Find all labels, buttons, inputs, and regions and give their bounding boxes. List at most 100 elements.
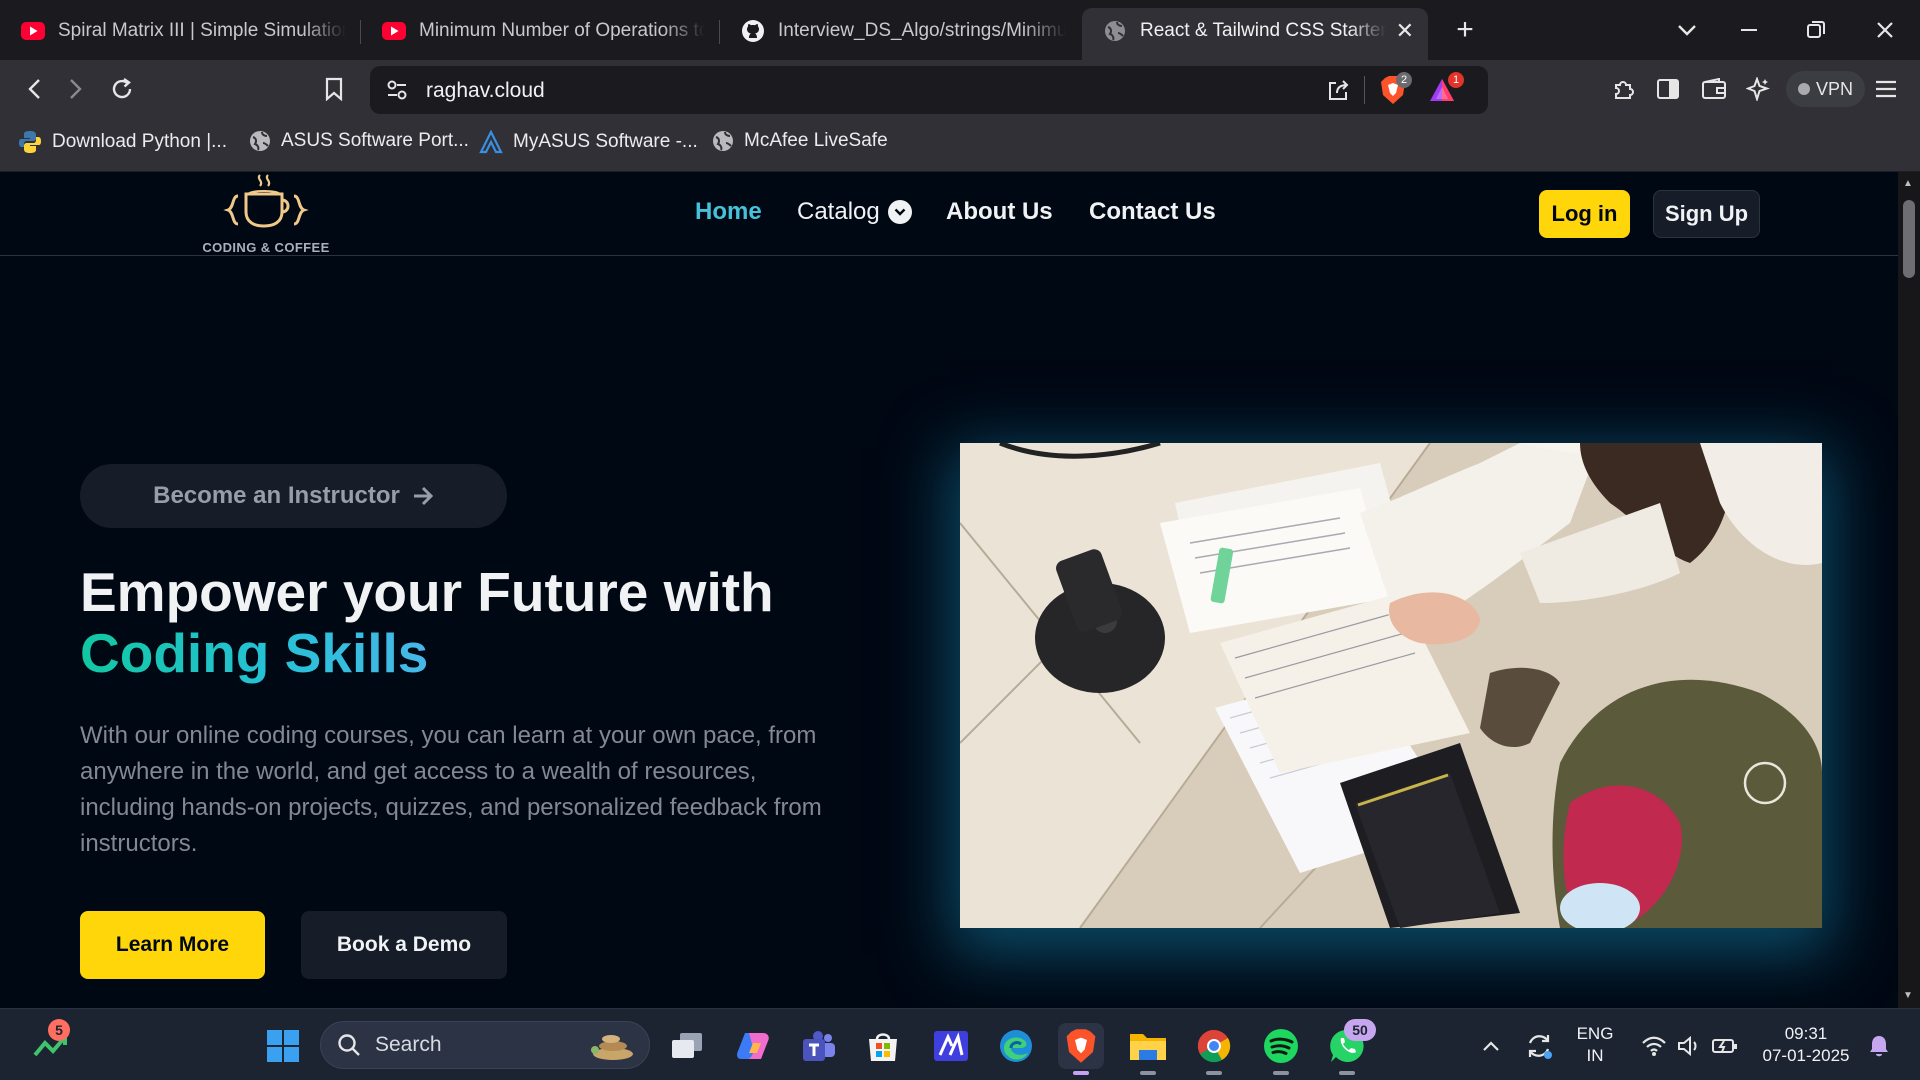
- url-separator: [1364, 76, 1365, 104]
- browser-menu-icon[interactable]: [1866, 69, 1906, 109]
- stocks-badge: 5: [48, 1019, 70, 1041]
- scroll-down-icon[interactable]: ▼: [1903, 990, 1913, 1001]
- bookmark-item[interactable]: MyASUS Software -...: [479, 130, 698, 154]
- vpn-button[interactable]: VPN: [1786, 71, 1866, 107]
- running-app-indicator: [1339, 1071, 1355, 1075]
- notification-bell-icon[interactable]: [1864, 1023, 1894, 1069]
- shields-count-badge: 2: [1396, 72, 1412, 88]
- browser-tab[interactable]: Spiral Matrix III | Simple Simulation: [0, 8, 360, 53]
- tab-title: Interview_DS_Algo/strings/Minimum: [778, 19, 1066, 41]
- hero-description: With our online coding courses, you can …: [80, 722, 822, 857]
- youtube-icon: [20, 18, 46, 44]
- page-viewport: CODING & COFFEE Home Catalog About Us Co…: [0, 172, 1898, 1008]
- tab-title: Minimum Number of Operations to: [419, 19, 705, 41]
- coffee-cup-logo-icon: [222, 172, 310, 238]
- show-hidden-icons-chevron[interactable]: [1468, 1023, 1514, 1069]
- language-region: IN: [1586, 1046, 1604, 1065]
- site-logo[interactable]: CODING & COFFEE: [196, 172, 336, 256]
- bookmark-icon[interactable]: [314, 69, 354, 109]
- extensions-icon[interactable]: [1604, 69, 1644, 109]
- leo-ai-icon[interactable]: [1738, 69, 1778, 109]
- wifi-icon: [1641, 1035, 1667, 1057]
- spotify-icon[interactable]: [1258, 1023, 1304, 1075]
- running-app-indicator: [1206, 1071, 1222, 1075]
- learn-more-button[interactable]: Learn More: [80, 911, 265, 979]
- browser-tab-active[interactable]: React & Tailwind CSS Starter Pa ✕: [1082, 8, 1428, 60]
- hero-image: [960, 443, 1822, 928]
- running-app-indicator: [1140, 1071, 1156, 1075]
- hero-title-line: Empower your Future with: [80, 561, 774, 623]
- reload-button[interactable]: [102, 69, 142, 109]
- become-instructor-button[interactable]: Become an Instructor: [80, 464, 507, 528]
- rewards-count-badge: 1: [1448, 72, 1464, 88]
- task-view-icon[interactable]: [664, 1023, 710, 1069]
- minimize-button[interactable]: [1726, 10, 1772, 50]
- myasus-icon: [479, 130, 503, 154]
- bookmark-item[interactable]: ASUS Software Port...: [249, 130, 469, 152]
- myasus-app-icon[interactable]: [928, 1023, 974, 1069]
- bookmarks-bar: Download Python |... ASUS Software Port.…: [0, 118, 1920, 172]
- tab-search-chevron-icon[interactable]: [1664, 10, 1710, 50]
- chevron-down-icon: [887, 200, 912, 224]
- browser-tab-strip: Spiral Matrix III | Simple Simulation Mi…: [0, 0, 1920, 60]
- windows-taskbar: 5 Search 50 ENG IN 09:31 07-01-2025: [0, 1008, 1920, 1080]
- become-instructor-label: Become an Instructor: [153, 482, 400, 509]
- address-bar[interactable]: raghav.cloud 2 1: [370, 66, 1488, 114]
- bookmark-label: McAfee LiveSafe: [744, 130, 888, 151]
- brave-browser-icon[interactable]: [1058, 1023, 1104, 1075]
- bookmark-item[interactable]: McAfee LiveSafe: [712, 130, 888, 152]
- nav-catalog-label: Catalog: [797, 198, 880, 225]
- new-tab-button[interactable]: +: [1442, 10, 1488, 50]
- site-settings-icon[interactable]: [386, 79, 408, 101]
- vpn-label: VPN: [1816, 78, 1854, 99]
- forward-button[interactable]: [56, 69, 96, 109]
- nav-home[interactable]: Home: [695, 198, 762, 226]
- quick-settings-tray[interactable]: [1630, 1023, 1750, 1069]
- language-indicator[interactable]: ENG IN: [1574, 1023, 1616, 1067]
- close-window-button[interactable]: [1862, 10, 1908, 50]
- login-button[interactable]: Log in: [1539, 190, 1630, 238]
- microsoft-store-icon[interactable]: [860, 1023, 906, 1069]
- vpn-status-dot: [1798, 83, 1810, 95]
- signup-button[interactable]: Sign Up: [1653, 190, 1760, 238]
- bookmark-label: MyASUS Software -...: [513, 131, 698, 152]
- teams-icon[interactable]: [796, 1023, 842, 1069]
- globe-icon: [712, 130, 734, 152]
- bookmark-label: Download Python |...: [52, 131, 227, 152]
- sync-icon[interactable]: [1516, 1023, 1562, 1069]
- python-icon: [18, 130, 42, 154]
- arrow-right-icon: [412, 486, 434, 506]
- nav-about-us[interactable]: About Us: [946, 198, 1053, 226]
- browser-tab[interactable]: Minimum Number of Operations to: [361, 8, 719, 53]
- wallet-icon[interactable]: [1694, 69, 1734, 109]
- back-button[interactable]: [14, 69, 54, 109]
- github-icon: [740, 18, 766, 44]
- share-icon[interactable]: [1326, 78, 1350, 102]
- browser-tab[interactable]: Interview_DS_Algo/strings/Minimum: [720, 8, 1080, 53]
- clock[interactable]: 09:31 07-01-2025: [1756, 1023, 1856, 1067]
- battery-charging-icon: [1711, 1036, 1739, 1056]
- nav-catalog[interactable]: Catalog: [797, 198, 912, 226]
- taskbar-search[interactable]: Search: [320, 1021, 650, 1069]
- globe-icon: [1102, 18, 1128, 44]
- restore-button[interactable]: [1793, 10, 1839, 50]
- chrome-icon[interactable]: [1191, 1023, 1237, 1075]
- copilot-icon[interactable]: [730, 1023, 776, 1069]
- file-explorer-icon[interactable]: [1125, 1023, 1171, 1075]
- volume-icon: [1677, 1035, 1701, 1057]
- url-text[interactable]: raghav.cloud: [426, 79, 545, 103]
- page-scrollbar[interactable]: ▲ ▼: [1898, 172, 1920, 1008]
- language-code: ENG: [1576, 1024, 1614, 1043]
- sidebar-toggle-icon[interactable]: [1648, 69, 1688, 109]
- scroll-up-icon[interactable]: ▲: [1903, 178, 1913, 189]
- edge-icon[interactable]: [993, 1023, 1039, 1069]
- book-demo-button[interactable]: Book a Demo: [301, 911, 507, 979]
- windows-start-icon[interactable]: [260, 1023, 306, 1069]
- scrollbar-thumb[interactable]: [1903, 200, 1915, 278]
- close-tab-icon[interactable]: ✕: [1396, 18, 1414, 44]
- bookmark-item[interactable]: Download Python |...: [18, 130, 227, 154]
- active-app-indicator: [1073, 1071, 1089, 1075]
- tab-title: React & Tailwind CSS Starter Pa: [1140, 20, 1386, 41]
- nav-contact-us[interactable]: Contact Us: [1089, 198, 1216, 226]
- browser-toolbar: raghav.cloud 2 1 VPN: [0, 60, 1920, 118]
